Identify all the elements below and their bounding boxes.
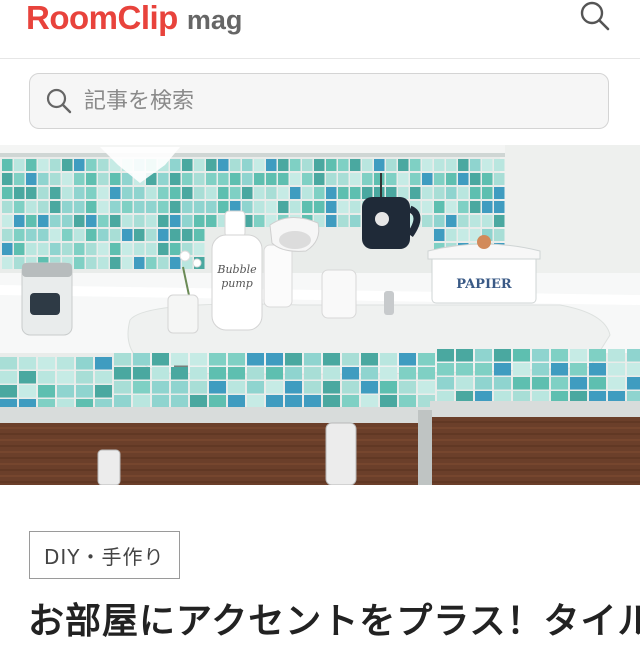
search-icon bbox=[46, 88, 72, 114]
header-search-button[interactable] bbox=[570, 0, 620, 34]
svg-text:Bubble: Bubble bbox=[216, 263, 257, 276]
logo-mag-label: mag bbox=[186, 5, 243, 35]
glass-jar bbox=[21, 262, 73, 336]
search-icon bbox=[580, 1, 610, 31]
search-bar[interactable] bbox=[29, 73, 609, 129]
cabinet-handle bbox=[97, 449, 121, 485]
site-header: RoomClip mag bbox=[0, 0, 640, 59]
svg-text:pump: pump bbox=[221, 277, 253, 290]
svg-text:PAPIER: PAPIER bbox=[456, 277, 512, 292]
article-hero-image[interactable]: Bubble pump PAPIER bbox=[0, 145, 640, 485]
category-tag[interactable]: DIY・手作り bbox=[29, 531, 180, 579]
article-title[interactable]: お部屋にアクセントをプラス！タイル bbox=[28, 596, 640, 648]
logo-wordmark: RoomClip bbox=[26, 0, 178, 36]
roomclip-mag-logo[interactable]: RoomClip mag bbox=[26, 0, 242, 38]
washbasin-photo: Bubble pump PAPIER bbox=[0, 145, 640, 485]
search-input[interactable] bbox=[84, 81, 584, 121]
cabinet-handle bbox=[325, 422, 357, 485]
